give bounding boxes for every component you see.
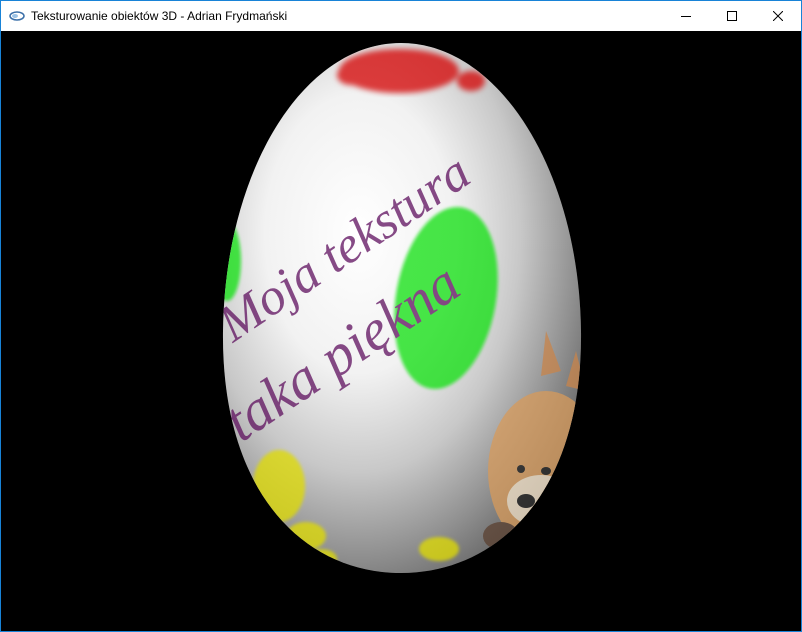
opengl-app-icon	[9, 8, 25, 24]
title-bar[interactable]: Teksturowanie obiektów 3D - Adrian Frydm…	[1, 1, 801, 31]
minimize-icon	[681, 16, 691, 17]
egg-shading-overlay	[222, 43, 582, 573]
minimize-button[interactable]	[663, 1, 709, 31]
window-title: Teksturowanie obiektów 3D - Adrian Frydm…	[31, 9, 288, 23]
app-window: Teksturowanie obiektów 3D - Adrian Frydm…	[0, 0, 802, 632]
close-icon	[773, 11, 783, 21]
maximize-button[interactable]	[709, 1, 755, 31]
close-button[interactable]	[755, 1, 801, 31]
opengl-viewport[interactable]: Moja tekstura taka piękna	[1, 31, 801, 631]
egg-render: Moja tekstura taka piękna	[222, 43, 582, 573]
maximize-icon	[727, 11, 737, 21]
